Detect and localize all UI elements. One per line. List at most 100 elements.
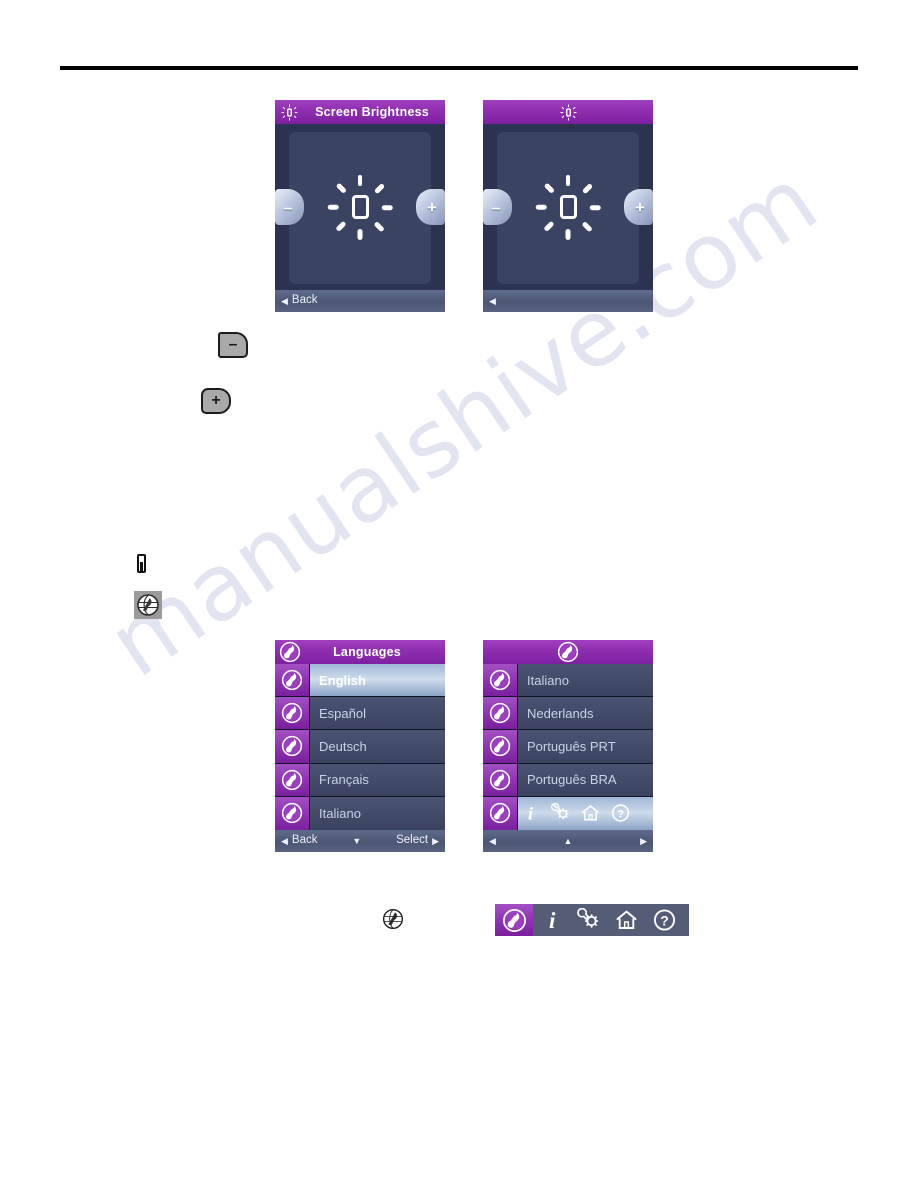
globe-icon[interactable] [495, 904, 533, 936]
globe-icon [483, 763, 518, 796]
list-item-label: Deutsch [310, 730, 445, 763]
minus-key-button[interactable]: – [218, 332, 248, 358]
globe-icon [137, 594, 159, 616]
home-icon[interactable] [580, 803, 601, 823]
svg-text:?: ? [660, 913, 669, 929]
select-arrow-icon: ▶ [432, 835, 439, 846]
svg-text:i: i [528, 804, 533, 824]
help-question-icon[interactable]: ? [652, 908, 677, 932]
list-item[interactable]: Português PRT [483, 730, 653, 764]
select-button[interactable]: Select ▶ [396, 835, 439, 847]
help-question-icon[interactable]: ? [610, 803, 631, 823]
svg-text:i: i [549, 908, 556, 932]
home-icon[interactable] [614, 908, 639, 932]
globe-icon [483, 697, 518, 730]
list-item[interactable]: Español [275, 697, 445, 731]
back-button[interactable]: ◀ Back [281, 295, 318, 307]
globe-icon [275, 664, 310, 697]
brightness-increase-button[interactable]: + [624, 189, 653, 225]
list-item-label: Nederlands [518, 697, 653, 730]
back-label: Back [291, 834, 318, 847]
list-item-label: Português PRT [518, 730, 653, 763]
plus-glyph: + [635, 197, 645, 217]
page-watermark: manualshive.com [90, 146, 836, 860]
languages-right-navbar: ◀ ▲ ▶ [483, 830, 653, 852]
list-item[interactable]: Italiano [275, 796, 445, 830]
back-arrow-icon: ◀ [489, 295, 496, 306]
languages-right-title-bar [483, 640, 653, 664]
languages-right-title-slot [483, 641, 653, 663]
list-item-label: Italiano [518, 664, 653, 697]
scroll-up-button[interactable]: ▲ [496, 835, 640, 846]
plus-key-button[interactable]: + [201, 388, 231, 414]
globe-outline-icon [382, 908, 404, 935]
globe-icon [275, 763, 310, 796]
list-item[interactable]: Português BRA [483, 763, 653, 797]
brightness-right-title-bar [483, 100, 653, 124]
list-item[interactable]: Deutsch [275, 730, 445, 764]
globe-icon [275, 641, 305, 663]
bulb-core [559, 195, 577, 219]
globe-icon [483, 730, 518, 763]
chevron-up-icon: ▲ [563, 835, 573, 846]
list-item[interactable]: Français [275, 763, 445, 797]
bulb-core [351, 195, 369, 219]
info-icon[interactable]: i [545, 908, 563, 932]
brightness-bulb-icon [322, 169, 398, 245]
back-button[interactable]: ◀ Back [281, 835, 318, 847]
globe-icon [557, 641, 579, 663]
globe-icon [483, 664, 518, 697]
languages-right-list: Italiano Nederlands Português PRT Portug… [483, 664, 653, 830]
settings-wrench-gear-icon[interactable] [550, 803, 571, 823]
back-label: Back [291, 294, 318, 307]
svg-text:?: ? [617, 809, 624, 821]
list-item-label: English [310, 664, 445, 697]
toolbar-icons-row: i ? [518, 796, 653, 830]
back-button[interactable]: ◀ [489, 835, 496, 846]
globe-button-icon[interactable] [134, 591, 162, 619]
globe-icon [483, 796, 518, 830]
brightness-decrease-button[interactable]: – [483, 189, 512, 225]
scroll-down-button[interactable]: ▼ [318, 836, 397, 846]
brightness-right-title-slot [483, 103, 653, 121]
screen-languages-left: Languages English Español Deutsch França… [275, 640, 445, 852]
brightness-icon [275, 103, 303, 121]
watermark-text: manualshive.com [90, 146, 837, 698]
minus-glyph: – [491, 197, 501, 217]
languages-left-navbar: ◀ Back ▼ Select ▶ [275, 830, 445, 852]
forward-button[interactable]: ▶ [640, 835, 647, 846]
list-item[interactable]: English [275, 664, 445, 698]
brightness-left-title-bar: Screen Brightness [275, 100, 445, 124]
list-item[interactable]: Italiano [483, 664, 653, 698]
screen-brightness-left: Screen Brightness – + ◀ Back [275, 100, 445, 312]
brightness-icon [559, 103, 577, 121]
list-item-label: Português BRA [518, 763, 653, 796]
globe-icon [275, 796, 310, 830]
back-arrow-icon: ◀ [489, 835, 496, 846]
toolbar-strip-figure: i ? [495, 904, 689, 936]
brightness-bulb-icon [530, 169, 606, 245]
remote-device-icon [137, 554, 146, 573]
globe-icon [275, 730, 310, 763]
brightness-decrease-button[interactable]: – [275, 189, 304, 225]
plus-key-glyph: + [211, 392, 221, 409]
brightness-left-title: Screen Brightness [315, 105, 429, 119]
brightness-right-navbar: ◀ [483, 290, 653, 312]
minus-key-glyph: – [228, 336, 238, 353]
info-icon[interactable]: i [524, 803, 541, 824]
list-item-label: Italiano [310, 796, 445, 830]
minus-glyph: – [283, 197, 293, 217]
forward-arrow-icon: ▶ [640, 835, 647, 846]
header-rule [60, 66, 858, 70]
list-item-toolbar[interactable]: i ? [483, 796, 653, 830]
back-arrow-icon: ◀ [281, 295, 288, 306]
toolbar-icons-row: i ? [533, 904, 689, 936]
settings-wrench-gear-icon[interactable] [576, 908, 601, 932]
languages-left-title: Languages [333, 645, 401, 659]
screen-languages-right: Italiano Nederlands Português PRT Portug… [483, 640, 653, 852]
brightness-increase-button[interactable]: + [416, 189, 445, 225]
back-button[interactable]: ◀ [489, 295, 500, 306]
languages-left-title-bar: Languages [275, 640, 445, 664]
list-item[interactable]: Nederlands [483, 697, 653, 731]
select-label: Select [396, 834, 429, 847]
